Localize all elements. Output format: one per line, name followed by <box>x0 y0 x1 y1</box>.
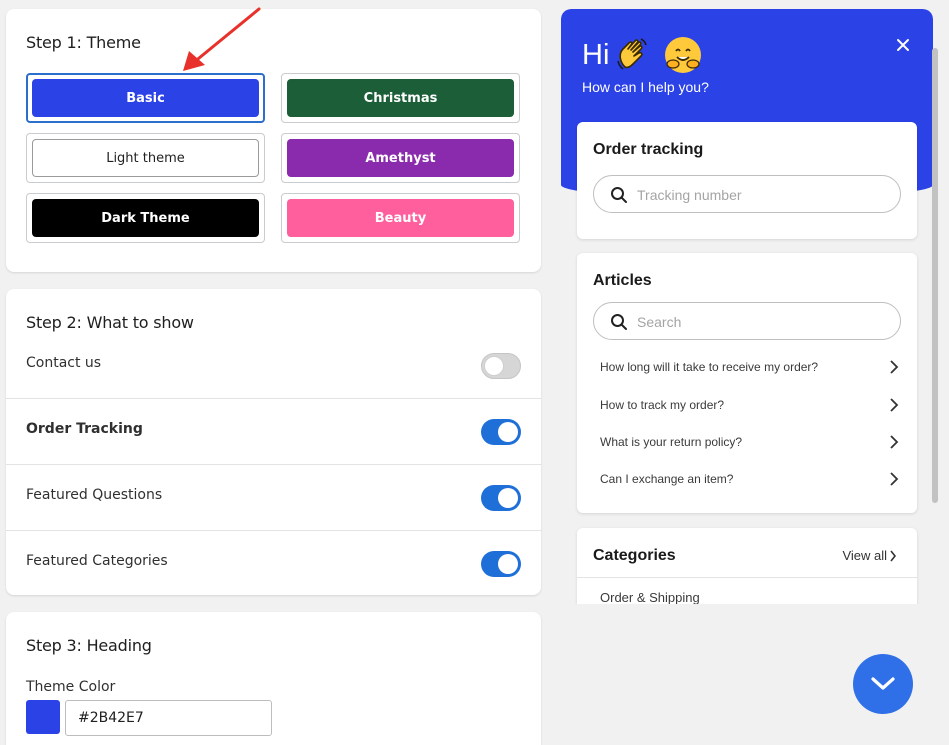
theme-option-christmas[interactable]: Christmas <box>281 73 520 123</box>
theme-beauty-button: Beauty <box>287 199 514 237</box>
order-tracking-title: Order tracking <box>593 141 704 158</box>
step1-theme-card: Step 1: Theme Basic Christmas Light them… <box>6 9 541 272</box>
article-title: What is your return policy? <box>600 435 743 449</box>
step2-what-to-show-card: Step 2: What to show Contact us Order Tr… <box>6 289 541 595</box>
chevron-right-icon <box>890 398 899 412</box>
step1-title: Step 1: Theme <box>26 33 141 52</box>
theme-option-amethyst[interactable]: Amethyst <box>281 133 520 183</box>
view-all-link[interactable]: View all <box>842 548 897 563</box>
chevron-right-icon <box>890 550 897 561</box>
chevron-right-icon <box>890 435 899 449</box>
theme-color-input[interactable] <box>65 700 272 736</box>
chevron-right-icon <box>890 472 899 486</box>
search-icon <box>611 187 627 203</box>
theme-color-label: Theme Color <box>26 679 116 695</box>
order-tracking-card: Order tracking Tracking number <box>577 122 917 239</box>
chevron-down-icon <box>871 677 895 690</box>
view-all-label: View all <box>842 548 887 563</box>
categories-card: Categories View all Order & Shipping <box>577 528 917 604</box>
preview-scrollbar[interactable] <box>932 48 938 503</box>
article-title: How to track my order? <box>600 398 725 412</box>
step2-title: Step 2: What to show <box>26 313 194 332</box>
article-item[interactable]: What is your return policy? <box>593 432 901 452</box>
chevron-right-icon <box>890 360 899 374</box>
articles-title: Articles <box>593 272 652 289</box>
article-item[interactable]: Can I exchange an item? <box>593 469 901 489</box>
search-icon <box>611 314 627 330</box>
featured-categories-toggle[interactable] <box>481 551 521 577</box>
category-item[interactable]: Order & Shipping <box>600 590 700 604</box>
preview-greeting: Hi <box>582 37 702 73</box>
theme-option-beauty[interactable]: Beauty <box>281 193 520 243</box>
article-title: How long will it take to receive my orde… <box>600 360 819 374</box>
theme-dark-button: Dark Theme <box>32 199 259 237</box>
toggle-label: Featured Questions <box>26 487 163 503</box>
theme-color-swatch[interactable] <box>26 700 60 734</box>
theme-christmas-button: Christmas <box>287 79 514 117</box>
toggle-label: Featured Categories <box>26 553 168 569</box>
article-item[interactable]: How to track my order? <box>593 395 901 415</box>
waving-hand-icon <box>615 37 651 73</box>
order-tracking-toggle[interactable] <box>481 419 521 445</box>
widget-preview: Hi How can I help you? Order tracking Tr… <box>561 9 933 604</box>
close-icon[interactable] <box>895 37 911 53</box>
widget-toggle-button[interactable] <box>853 654 913 714</box>
toggle-row-featured-categories: Featured Categories <box>6 530 541 596</box>
toggle-label: Contact us <box>26 355 102 371</box>
toggle-label: Order Tracking <box>26 421 143 437</box>
theme-option-light[interactable]: Light theme <box>26 133 265 183</box>
red-arrow-annotation <box>183 7 261 71</box>
step3-heading-card: Step 3: Heading Theme Color <box>6 612 541 745</box>
theme-basic-button: Basic <box>32 79 259 117</box>
hugging-face-icon <box>665 37 702 73</box>
article-title: Can I exchange an item? <box>600 472 734 486</box>
articles-search-placeholder: Search <box>637 314 682 330</box>
tracking-number-input[interactable]: Tracking number <box>593 175 901 213</box>
categories-divider <box>577 577 917 578</box>
tracking-number-placeholder: Tracking number <box>637 187 742 203</box>
preview-subtitle: How can I help you? <box>582 79 709 95</box>
categories-title: Categories <box>593 547 676 564</box>
theme-amethyst-button: Amethyst <box>287 139 514 177</box>
toggle-row-contact-us: Contact us <box>6 333 541 399</box>
article-item[interactable]: How long will it take to receive my orde… <box>593 357 901 377</box>
articles-card: Articles Search How long will it take to… <box>577 253 917 513</box>
theme-light-button: Light theme <box>32 139 259 177</box>
toggle-row-featured-questions: Featured Questions <box>6 464 541 530</box>
articles-search-input[interactable]: Search <box>593 302 901 340</box>
greeting-text: Hi <box>582 38 610 71</box>
theme-option-dark[interactable]: Dark Theme <box>26 193 265 243</box>
toggle-row-order-tracking: Order Tracking <box>6 398 541 464</box>
contact-us-toggle[interactable] <box>481 353 521 379</box>
step3-title: Step 3: Heading <box>26 636 152 655</box>
featured-questions-toggle[interactable] <box>481 485 521 511</box>
theme-option-basic[interactable]: Basic <box>26 73 265 123</box>
